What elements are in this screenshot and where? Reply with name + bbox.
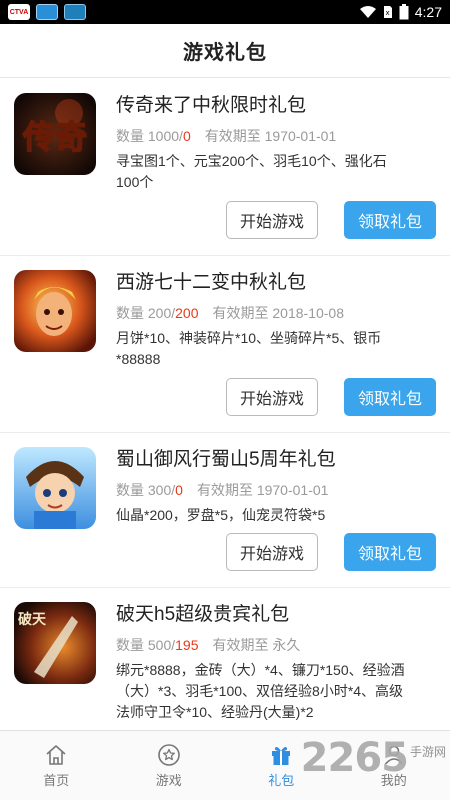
- quantity-label: 数量 300/: [116, 482, 176, 498]
- quantity-remaining: 200: [175, 305, 199, 321]
- sim-icon: x: [383, 6, 392, 18]
- xiyou-game-icon[interactable]: [14, 270, 96, 352]
- gift-list: 传奇 传奇来了中秋限时礼包 数量 1000/0 有效期至 1970-01-01 寻…: [0, 79, 450, 730]
- quantity-remaining: 0: [182, 128, 191, 144]
- quantity-label: 数量 500/: [116, 637, 176, 653]
- gift-meta: 数量 200/200 有效期至 2018-10-08: [116, 304, 436, 322]
- site-watermark: 2265 手游网: [301, 738, 446, 778]
- gift-meta: 数量 300/0 有效期至 1970-01-01: [116, 481, 436, 499]
- expiry-date: 有效期至 1970-01-01: [204, 128, 337, 144]
- quantity-remaining: 195: [175, 637, 199, 653]
- star-icon: [157, 743, 180, 766]
- gift-contents: 仙晶*200，罗盘*5，仙宠灵符袋*5: [116, 507, 326, 523]
- claim-gift-button[interactable]: 领取礼包: [344, 533, 436, 571]
- claim-gift-button[interactable]: 领取礼包: [344, 378, 436, 416]
- home-icon: [46, 744, 66, 765]
- tab-label: 首页: [43, 772, 70, 788]
- quantity-label: 数量 1000/: [116, 128, 183, 144]
- potian-game-icon[interactable]: 破天: [14, 602, 96, 684]
- app-notification-icon: [36, 4, 58, 20]
- gift-contents: 绑元*8888，金砖（大）*4、镰刀*150、经验酒（大）*3、羽毛*100、双…: [116, 662, 405, 720]
- battery-icon: [399, 4, 409, 20]
- gift-card: 蜀山御风行蜀山5周年礼包 数量 300/0 有效期至 1970-01-01 仙晶*…: [0, 433, 450, 588]
- start-game-button[interactable]: 开始游戏: [226, 201, 318, 239]
- wifi-icon: [359, 6, 376, 18]
- gift-icon: [272, 746, 291, 765]
- watermark-logo: 2265: [300, 735, 409, 781]
- tab-label: 礼包: [268, 772, 295, 788]
- ctva-app-icon: CTVA: [8, 4, 30, 20]
- page-title: 游戏礼包: [183, 42, 267, 64]
- expiry-date: 有效期至 永久: [212, 637, 301, 653]
- gift-meta: 数量 1000/0 有效期至 1970-01-01: [116, 127, 436, 145]
- clock: 4:27: [414, 4, 442, 20]
- watermark-text: 手游网: [409, 745, 446, 759]
- shushan-game-icon[interactable]: [14, 447, 96, 529]
- tab-home[interactable]: 首页: [0, 731, 113, 800]
- ctva-badge-text: CTVA: [9, 8, 29, 16]
- gift-card: 西游七十二变中秋礼包 数量 200/200 有效期至 2018-10-08 月饼*…: [0, 256, 450, 433]
- page-header: 游戏礼包: [0, 24, 450, 78]
- tab-label: 游戏: [155, 772, 182, 788]
- gift-title: 西游七十二变中秋礼包: [116, 272, 307, 293]
- gift-card: 破天 破天h5超级贵宾礼包 数量 500/195 有效期至 永久 绑元*8888，…: [0, 588, 450, 730]
- gift-contents: 月饼*10、神装碎片*10、坐骑碎片*5、银币*88888: [116, 330, 382, 367]
- app-notification-icon: [64, 4, 86, 20]
- notification-icons: CTVA: [8, 4, 86, 20]
- svg-text:x: x: [385, 9, 389, 17]
- claim-gift-button[interactable]: 领取礼包: [344, 201, 436, 239]
- status-bar: CTVA x 4:27: [0, 0, 450, 24]
- gift-title: 破天h5超级贵宾礼包: [116, 604, 290, 625]
- gift-title: 蜀山御风行蜀山5周年礼包: [116, 449, 336, 470]
- system-status: x 4:27: [359, 4, 442, 20]
- tab-games[interactable]: 游戏: [113, 731, 226, 800]
- chuanqi-game-icon[interactable]: 传奇: [14, 93, 96, 175]
- expiry-date: 有效期至 1970-01-01: [196, 482, 329, 498]
- gift-meta: 数量 500/195 有效期至 永久: [116, 636, 436, 654]
- quantity-label: 数量 200/: [116, 305, 176, 321]
- gift-card: 传奇 传奇来了中秋限时礼包 数量 1000/0 有效期至 1970-01-01 寻…: [0, 79, 450, 256]
- svg-text:破天: 破天: [18, 611, 47, 628]
- gift-title: 传奇来了中秋限时礼包: [116, 95, 307, 116]
- start-game-button[interactable]: 开始游戏: [226, 533, 318, 571]
- gift-contents: 寻宝图1个、元宝200个、羽毛10个、强化石100个: [116, 153, 387, 190]
- start-game-button[interactable]: 开始游戏: [226, 378, 318, 416]
- quantity-remaining: 0: [175, 482, 183, 498]
- expiry-date: 有效期至 2018-10-08: [212, 305, 345, 321]
- svg-text:传奇: 传奇: [22, 118, 87, 156]
